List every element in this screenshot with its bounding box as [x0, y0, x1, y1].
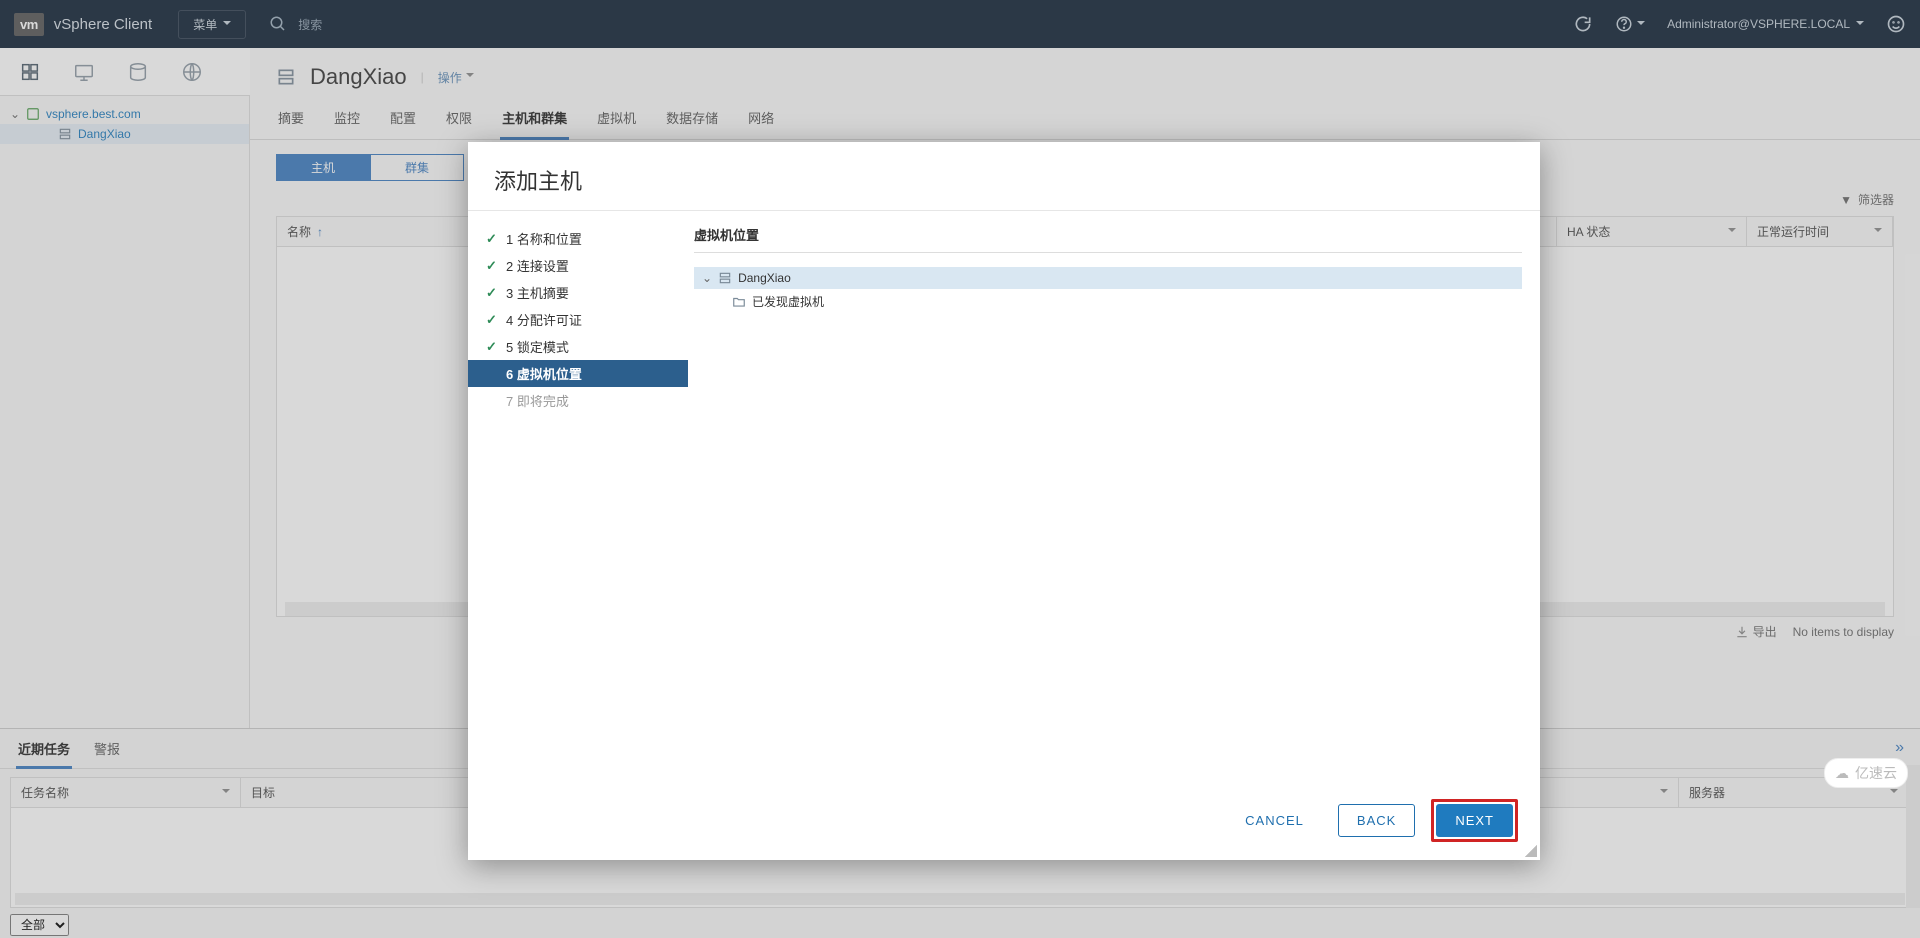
folder-icon [732, 295, 746, 309]
tree-label: vsphere.best.com [46, 107, 141, 121]
step-4[interactable]: ✓4 分配许可证 [468, 306, 688, 333]
tab-vms[interactable]: 虚拟机 [595, 102, 638, 139]
cloud-icon: ☁ [1835, 765, 1849, 782]
back-button[interactable]: BACK [1338, 804, 1415, 837]
sort-asc-icon: ↑ [317, 225, 323, 239]
vertical-scrollbar[interactable] [1906, 765, 1920, 908]
tasks-filter-select[interactable]: 全部 [10, 914, 69, 936]
chevron-down-icon [222, 786, 230, 800]
chevron-down-icon [1637, 17, 1645, 32]
check-icon: ✓ [486, 285, 498, 301]
datacenter-icon [718, 271, 732, 285]
location-node-datacenter[interactable]: ⌄ DangXiao [694, 267, 1522, 289]
menu-label: 菜单 [193, 16, 217, 33]
panel-title: 虚拟机位置 [694, 225, 1522, 253]
chevron-down-icon [1728, 225, 1736, 239]
user-label: Administrator@VSPHERE.LOCAL [1667, 17, 1850, 31]
check-icon: ✓ [486, 231, 498, 247]
step-6[interactable]: 6 虚拟机位置 [468, 360, 688, 387]
step-2[interactable]: ✓2 连接设置 [468, 252, 688, 279]
watermark: ☁ 亿速云 [1824, 758, 1908, 788]
export-link[interactable]: 导出 [1735, 623, 1777, 640]
subtab-hosts[interactable]: 主机 [276, 154, 370, 181]
wizard-panel: 虚拟机位置 ⌄ DangXiao 已发现虚拟机 [688, 211, 1540, 781]
inventory-switcher [0, 48, 250, 96]
step-1[interactable]: ✓1 名称和位置 [468, 225, 688, 252]
col-uptime[interactable]: 正常运行时间 [1747, 217, 1893, 246]
no-items-label: No items to display [1793, 625, 1894, 639]
annotation-highlight: NEXT [1431, 799, 1518, 842]
tab-permissions[interactable]: 权限 [444, 102, 474, 139]
wizard-steps: ✓1 名称和位置 ✓2 连接设置 ✓3 主机摘要 ✓4 分配许可证 ✓5 锁定模… [468, 211, 688, 781]
refresh-icon[interactable] [1573, 14, 1593, 34]
chevron-down-icon [1874, 225, 1882, 239]
user-dropdown[interactable]: Administrator@VSPHERE.LOCAL [1667, 17, 1864, 32]
dialog-footer: CANCEL BACK NEXT [468, 781, 1540, 860]
tab-recent-tasks[interactable]: 近期任务 [16, 739, 72, 769]
tab-networks[interactable]: 网络 [746, 102, 776, 139]
step-7: 7 即将完成 [468, 387, 688, 414]
chevron-down-icon [1660, 786, 1668, 800]
col-ha-state[interactable]: HA 状态 [1557, 217, 1747, 246]
tree-node-vcenter[interactable]: ⌄ vsphere.best.com [0, 104, 249, 124]
datacenter-icon [276, 67, 296, 87]
horizontal-scrollbar[interactable] [15, 893, 1905, 905]
caret-down-icon: ⌄ [702, 271, 712, 285]
object-tabs: 摘要 监控 配置 权限 主机和群集 虚拟机 数据存储 网络 [250, 96, 1920, 140]
storage-view-icon[interactable] [126, 60, 150, 84]
global-search[interactable]: 搜索 [268, 14, 322, 34]
tree-label: DangXiao [78, 127, 131, 141]
location-node-folder[interactable]: 已发现虚拟机 [694, 289, 1522, 314]
location-label: 已发现虚拟机 [752, 293, 824, 310]
vms-view-icon[interactable] [72, 60, 96, 84]
check-icon: ✓ [486, 312, 498, 328]
tab-alarms[interactable]: 警报 [92, 739, 122, 768]
actions-menu[interactable]: 操作 [438, 69, 474, 86]
help-dropdown[interactable] [1615, 15, 1645, 33]
tab-monitor[interactable]: 监控 [332, 102, 362, 139]
object-title: DangXiao [310, 64, 407, 90]
hosts-view-icon[interactable] [18, 60, 42, 84]
add-host-dialog: 添加主机 ✓1 名称和位置 ✓2 连接设置 ✓3 主机摘要 ✓4 分配许可证 ✓… [468, 142, 1540, 860]
brand-title: vSphere Client [54, 16, 152, 33]
resize-handle-icon[interactable] [1525, 845, 1537, 857]
filter-label[interactable]: 筛选器 [1858, 191, 1894, 208]
filter-icon[interactable]: ▼ [1840, 193, 1852, 207]
col-task-name[interactable]: 任务名称 [11, 778, 241, 807]
vmware-logo: vm [14, 13, 44, 36]
menu-dropdown[interactable]: 菜单 [178, 10, 246, 39]
network-view-icon[interactable] [180, 60, 204, 84]
tab-config[interactable]: 配置 [388, 102, 418, 139]
search-icon [268, 14, 288, 34]
step-5[interactable]: ✓5 锁定模式 [468, 333, 688, 360]
dialog-title: 添加主机 [468, 142, 1540, 211]
vcenter-icon [26, 107, 40, 121]
tab-datastores[interactable]: 数据存储 [664, 102, 720, 139]
smiley-icon[interactable] [1886, 14, 1906, 34]
caret-down-icon: ⌄ [10, 107, 20, 121]
cancel-button[interactable]: CANCEL [1227, 805, 1322, 836]
search-placeholder: 搜索 [298, 16, 322, 33]
tree-node-datacenter[interactable]: DangXiao [0, 124, 249, 144]
tab-hosts-clusters[interactable]: 主机和群集 [500, 102, 569, 140]
next-button[interactable]: NEXT [1436, 804, 1513, 837]
tab-summary[interactable]: 摘要 [276, 102, 306, 139]
subtab-clusters[interactable]: 群集 [370, 154, 464, 181]
chevron-down-icon [466, 70, 474, 84]
chevron-down-icon [223, 17, 231, 32]
location-label: DangXiao [738, 271, 791, 285]
step-3[interactable]: ✓3 主机摘要 [468, 279, 688, 306]
check-icon: ✓ [486, 339, 498, 355]
check-icon: ✓ [486, 258, 498, 274]
datacenter-icon [58, 127, 72, 141]
top-bar: vm vSphere Client 菜单 搜索 Administrator@VS… [0, 0, 1920, 48]
chevron-down-icon [1856, 17, 1864, 32]
